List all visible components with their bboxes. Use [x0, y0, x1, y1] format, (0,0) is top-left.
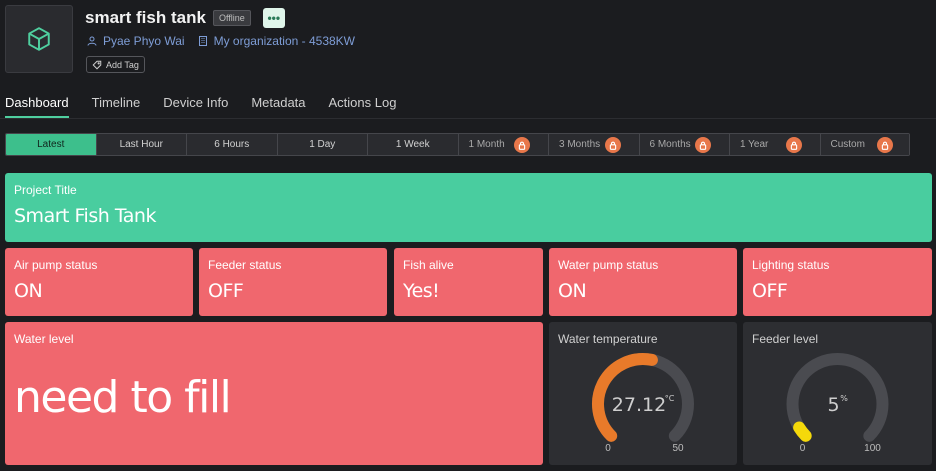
- gauge-unit: °C: [665, 394, 675, 403]
- range-1-month[interactable]: 1 Month: [458, 134, 549, 155]
- tab-timeline[interactable]: Timeline: [92, 95, 141, 118]
- gauge-value: 27.12: [612, 394, 666, 416]
- water-pump-widget: Water pump status ON: [549, 248, 737, 316]
- status-badge: Offline: [212, 10, 251, 26]
- tab-device-info[interactable]: Device Info: [163, 95, 228, 118]
- user-icon: [87, 36, 97, 46]
- widget-label: Feeder status: [208, 258, 282, 272]
- range-6-hours[interactable]: 6 Hours: [187, 134, 278, 155]
- range-custom[interactable]: Custom: [820, 134, 909, 155]
- gauge-max-label: 50: [672, 443, 684, 454]
- range-1-year[interactable]: 1 Year: [730, 134, 821, 155]
- organization-name: My organization - 4538KW: [213, 34, 355, 48]
- range-3-months[interactable]: 3 Months: [549, 134, 640, 155]
- widget-label: Water pump status: [558, 258, 659, 272]
- project-title-widget: Project Title Smart Fish Tank: [5, 173, 932, 242]
- add-tag-label: Add Tag: [106, 59, 139, 70]
- tab-dashboard[interactable]: Dashboard: [5, 95, 69, 118]
- feeder-status-value: OFF: [208, 280, 244, 302]
- gauge-unit: %: [840, 394, 848, 403]
- fish-alive-value: Yes!: [403, 280, 440, 302]
- gauge-fill: [793, 421, 812, 442]
- lock-icon: [514, 137, 530, 153]
- lock-icon: [604, 137, 621, 153]
- widget-label: Water temperature: [558, 332, 658, 346]
- tab-actions-log[interactable]: Actions Log: [329, 95, 397, 118]
- widget-label: Lighting status: [752, 258, 830, 272]
- cube-icon: [28, 27, 50, 51]
- add-tag-button[interactable]: Add Tag: [86, 56, 145, 73]
- owner-name: Pyae Phyo Wai: [103, 34, 185, 48]
- lock-icon: [877, 137, 893, 153]
- building-icon: [198, 36, 207, 46]
- gauge-max-label: 100: [864, 443, 881, 454]
- widget-label: Feeder level: [752, 332, 819, 346]
- tabs-divider: [0, 118, 936, 119]
- time-range-selector: Latest Last Hour 6 Hours 1 Day 1 Week 1 …: [5, 133, 910, 156]
- range-1-day[interactable]: 1 Day: [277, 134, 368, 155]
- range-latest[interactable]: Latest: [6, 134, 97, 155]
- device-header: smart fish tank Offline •••: [85, 7, 285, 29]
- gauge-min-label: 0: [800, 443, 806, 454]
- owner-link[interactable]: Pyae Phyo Wai: [86, 34, 185, 48]
- water-level-value: need to fill: [14, 372, 232, 423]
- feeder-status-widget: Feeder status OFF: [199, 248, 387, 316]
- widget-label: Air pump status: [14, 258, 98, 272]
- device-title: smart fish tank: [85, 8, 206, 27]
- widget-label: Water level: [14, 332, 74, 346]
- widget-label: Fish alive: [403, 258, 454, 272]
- range-1-week[interactable]: 1 Week: [368, 134, 459, 155]
- range-6-months[interactable]: 6 Months: [639, 134, 730, 155]
- tag-icon: [92, 60, 102, 69]
- more-actions-button[interactable]: •••: [262, 8, 285, 28]
- device-meta: Pyae Phyo Wai My organization - 4538KW: [86, 34, 367, 48]
- gauge-min-label: 0: [605, 443, 611, 454]
- feeder-level-widget: 5% 0 100 Feeder level: [743, 322, 932, 465]
- water-level-widget: Water level need to fill: [5, 322, 543, 465]
- tab-bar: Dashboard Timeline Device Info Metadata …: [5, 95, 419, 118]
- fish-alive-widget: Fish alive Yes!: [394, 248, 543, 316]
- range-last-hour[interactable]: Last Hour: [96, 134, 187, 155]
- lighting-widget: Lighting status OFF: [743, 248, 932, 316]
- project-title-value: Smart Fish Tank: [14, 205, 156, 227]
- water-pump-value: ON: [558, 280, 587, 302]
- lock-icon: [785, 137, 802, 153]
- lock-icon: [695, 137, 711, 153]
- device-image: [5, 5, 73, 73]
- lighting-value: OFF: [752, 280, 788, 302]
- organization-link[interactable]: My organization - 4538KW: [197, 34, 355, 48]
- air-pump-value: ON: [14, 280, 43, 302]
- air-pump-widget: Air pump status ON: [5, 248, 193, 316]
- gauge-value: 5: [827, 394, 839, 416]
- tab-metadata[interactable]: Metadata: [251, 95, 305, 118]
- widget-label: Project Title: [14, 183, 77, 197]
- water-temperature-widget: 27.12 °C 0 50 Water temperature: [549, 322, 737, 465]
